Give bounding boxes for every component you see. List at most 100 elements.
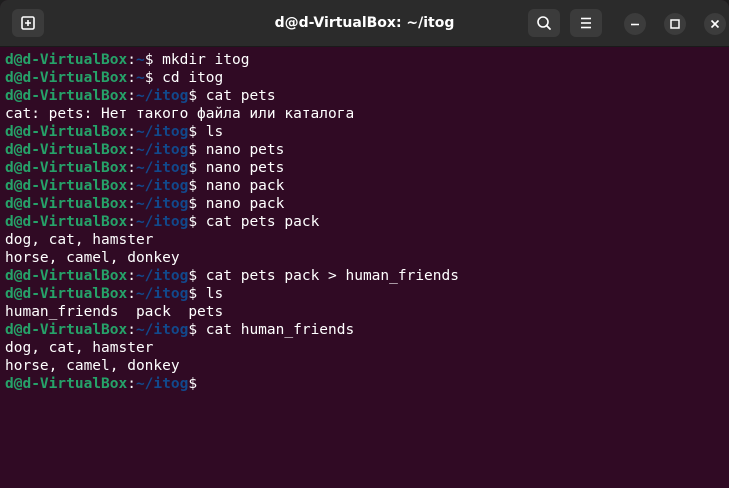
prompt-user: d@d-VirtualBox xyxy=(5,52,128,68)
prompt-line: d@d-VirtualBox:~/itog$ nano pack xyxy=(5,177,725,195)
prompt-path: ~ xyxy=(135,70,145,86)
prompt-line: d@d-VirtualBox:~/itog$ nano pack xyxy=(5,195,725,213)
prompt-separator: : xyxy=(127,124,136,140)
terminal-window: d@d-VirtualBox: ~/itog d@d-VirtualBox:~$… xyxy=(0,0,729,488)
prompt-user: d@d-VirtualBox xyxy=(5,214,128,230)
window-title: d@d-VirtualBox: ~/itog xyxy=(274,15,455,31)
prompt-separator: : xyxy=(127,160,136,176)
prompt-symbol: $ xyxy=(188,160,198,176)
prompt-symbol: $ xyxy=(188,142,198,158)
prompt-user: d@d-VirtualBox xyxy=(5,88,128,104)
command-text: cat human_friends xyxy=(197,322,355,338)
prompt-symbol: $ xyxy=(188,214,198,230)
output-line: dog, cat, hamster xyxy=(5,339,725,357)
output-text: horse, camel, donkey xyxy=(5,358,180,374)
prompt-separator: : xyxy=(127,322,136,338)
prompt-path: ~ xyxy=(135,52,145,68)
prompt-symbol: $ xyxy=(188,376,198,392)
prompt-path: ~/itog xyxy=(135,160,189,176)
output-text: dog, cat, hamster xyxy=(5,232,154,248)
prompt-symbol: $ xyxy=(188,196,198,212)
prompt-line: d@d-VirtualBox:~/itog$ cat pets pack > h… xyxy=(5,267,725,285)
prompt-line: d@d-VirtualBox:~/itog$ cat pets xyxy=(5,87,725,105)
prompt-user: d@d-VirtualBox xyxy=(5,376,128,392)
maximize-icon xyxy=(670,19,680,29)
prompt-path: ~/itog xyxy=(135,124,189,140)
output-line: horse, camel, donkey xyxy=(5,249,725,267)
prompt-path: ~/itog xyxy=(135,322,189,338)
prompt-user: d@d-VirtualBox xyxy=(5,286,128,302)
prompt-separator: : xyxy=(127,88,136,104)
command-text: ls xyxy=(197,124,224,140)
terminal-output[interactable]: d@d-VirtualBox:~$ mkdir itog d@d-VirtualB… xyxy=(5,51,725,483)
prompt-user: d@d-VirtualBox xyxy=(5,268,128,284)
search-icon xyxy=(537,16,551,30)
output-text: horse, camel, donkey xyxy=(5,250,180,266)
prompt-line: d@d-VirtualBox:~/itog$ nano pets xyxy=(5,159,725,177)
prompt-line: d@d-VirtualBox:~/itog$ xyxy=(5,375,725,393)
prompt-separator: : xyxy=(127,286,136,302)
prompt-symbol: $ xyxy=(188,178,198,194)
search-button[interactable] xyxy=(528,9,560,37)
prompt-separator: : xyxy=(127,214,136,230)
prompt-path: ~/itog xyxy=(135,88,189,104)
prompt-path: ~/itog xyxy=(135,376,189,392)
prompt-path: ~/itog xyxy=(135,214,189,230)
prompt-symbol: $ xyxy=(188,88,198,104)
prompt-path: ~/itog xyxy=(135,268,189,284)
menu-button[interactable] xyxy=(570,9,602,37)
prompt-path: ~/itog xyxy=(135,142,189,158)
prompt-separator: : xyxy=(127,196,136,212)
prompt-separator: : xyxy=(127,142,136,158)
prompt-user: d@d-VirtualBox xyxy=(5,196,128,212)
command-text: ls xyxy=(197,286,224,302)
output-text: human_friends pack pets xyxy=(5,304,224,320)
prompt-symbol: $ xyxy=(188,124,198,140)
prompt-user: d@d-VirtualBox xyxy=(5,142,128,158)
minimize-button[interactable] xyxy=(624,13,646,35)
prompt-separator: : xyxy=(127,52,136,68)
prompt-user: d@d-VirtualBox xyxy=(5,70,128,86)
maximize-button[interactable] xyxy=(664,13,686,35)
command-text: nano pets xyxy=(197,160,285,176)
prompt-separator: : xyxy=(127,178,136,194)
prompt-separator: : xyxy=(127,70,136,86)
prompt-line: d@d-VirtualBox:~/itog$ cat pets pack xyxy=(5,213,725,231)
prompt-symbol: $ xyxy=(188,268,198,284)
output-line: horse, camel, donkey xyxy=(5,357,725,375)
prompt-symbol: $ xyxy=(188,286,198,302)
prompt-line: d@d-VirtualBox:~/itog$ cat human_friends xyxy=(5,321,725,339)
prompt-separator: : xyxy=(127,376,136,392)
output-line: human_friends pack pets xyxy=(5,303,725,321)
command-text: cat pets pack xyxy=(197,214,320,230)
output-line: dog, cat, hamster xyxy=(5,231,725,249)
command-text: mkdir itog xyxy=(153,52,250,68)
prompt-path: ~/itog xyxy=(135,196,189,212)
prompt-line: d@d-VirtualBox:~$ cd itog xyxy=(5,69,725,87)
prompt-path: ~/itog xyxy=(135,178,189,194)
command-text: nano pack xyxy=(197,178,285,194)
hamburger-menu-icon xyxy=(581,17,591,29)
prompt-path: ~/itog xyxy=(135,286,189,302)
prompt-line: d@d-VirtualBox:~/itog$ ls xyxy=(5,285,725,303)
output-text: cat: pets: Нет такого файла или каталога xyxy=(5,106,355,122)
command-text: nano pack xyxy=(197,196,285,212)
output-text: dog, cat, hamster xyxy=(5,340,154,356)
prompt-line: d@d-VirtualBox:~/itog$ ls xyxy=(5,123,725,141)
output-line: cat: pets: Нет такого файла или каталога xyxy=(5,105,725,123)
prompt-line: d@d-VirtualBox:~$ mkdir itog xyxy=(5,51,725,69)
close-button[interactable] xyxy=(704,13,726,35)
title-bar: d@d-VirtualBox: ~/itog xyxy=(0,0,729,47)
close-icon xyxy=(710,19,720,29)
minimize-icon xyxy=(631,23,639,26)
command-text: cat pets pack > human_friends xyxy=(197,268,459,284)
prompt-separator: : xyxy=(127,268,136,284)
prompt-line: d@d-VirtualBox:~/itog$ nano pets xyxy=(5,141,725,159)
prompt-user: d@d-VirtualBox xyxy=(5,124,128,140)
prompt-symbol: $ xyxy=(188,322,198,338)
prompt-user: d@d-VirtualBox xyxy=(5,160,128,176)
command-text: cd itog xyxy=(153,70,224,86)
command-text: cat pets xyxy=(197,88,276,104)
prompt-user: d@d-VirtualBox xyxy=(5,178,128,194)
prompt-user: d@d-VirtualBox xyxy=(5,322,128,338)
